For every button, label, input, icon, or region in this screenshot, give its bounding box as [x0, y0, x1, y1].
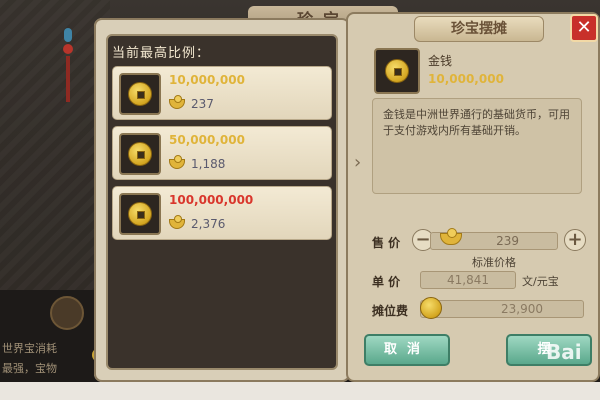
- offer-amount: 50,000,000: [169, 133, 245, 147]
- offer-amount: 10,000,000: [169, 73, 245, 87]
- gold-ingot-icon: [169, 215, 185, 229]
- coin-slot: [119, 133, 161, 175]
- standard-price-label: 标准价格: [472, 256, 516, 269]
- unit-price-unit: 文/元宝: [522, 275, 559, 288]
- stall-fee-value: 23,900: [420, 300, 584, 318]
- item-description: 金钱是中洲世界通行的基础货币，可用于支付游戏内所有基础开销。: [372, 98, 582, 194]
- coin-icon: [385, 59, 409, 83]
- offer-card[interactable]: 50,000,000 1,188: [112, 126, 332, 180]
- coin-icon: [128, 82, 152, 106]
- offer-card[interactable]: 10,000,000 237: [112, 66, 332, 120]
- watermark: Bai: [546, 340, 582, 364]
- coin-slot: [119, 73, 161, 115]
- offer-gold-price: 2,376: [191, 217, 226, 231]
- item-slot: [374, 48, 420, 94]
- chevron-right-icon[interactable]: ›: [354, 152, 361, 173]
- avatar-circle-icon: [50, 296, 84, 330]
- item-amount: 10,000,000: [428, 72, 504, 86]
- ratio-list-header: 当前最高比例：: [112, 46, 211, 61]
- price-label: 售 价: [372, 236, 401, 250]
- item-name: 金钱: [428, 54, 453, 68]
- coin-icon: [128, 142, 152, 166]
- gold-ingot-icon: [169, 95, 185, 109]
- background-text: 最强，宝物: [2, 362, 57, 375]
- unit-price-label: 单 价: [372, 275, 401, 289]
- stall-panel-title: 珍宝摆摊: [414, 16, 544, 42]
- coin-slot: [119, 193, 161, 235]
- cancel-button[interactable]: 取消: [364, 334, 450, 366]
- offer-gold-price: 1,188: [191, 157, 226, 171]
- increase-price-button[interactable]: +: [564, 229, 586, 251]
- coin-icon: [420, 297, 442, 319]
- offer-amount: 100,000,000: [169, 193, 254, 207]
- offer-gold-price: 237: [191, 97, 214, 111]
- coin-icon: [128, 202, 152, 226]
- unit-price-value: 41,841: [420, 271, 516, 289]
- stall-fee-label: 摊位费: [372, 304, 409, 318]
- gold-ingot-icon: [169, 155, 185, 169]
- bottom-strip: [0, 382, 600, 400]
- background-text: 世界宝消耗: [2, 342, 57, 355]
- close-button[interactable]: ✕: [570, 14, 598, 42]
- offer-card[interactable]: 100,000,000 2,376: [112, 186, 332, 240]
- tassel-ornament-icon: [62, 28, 74, 108]
